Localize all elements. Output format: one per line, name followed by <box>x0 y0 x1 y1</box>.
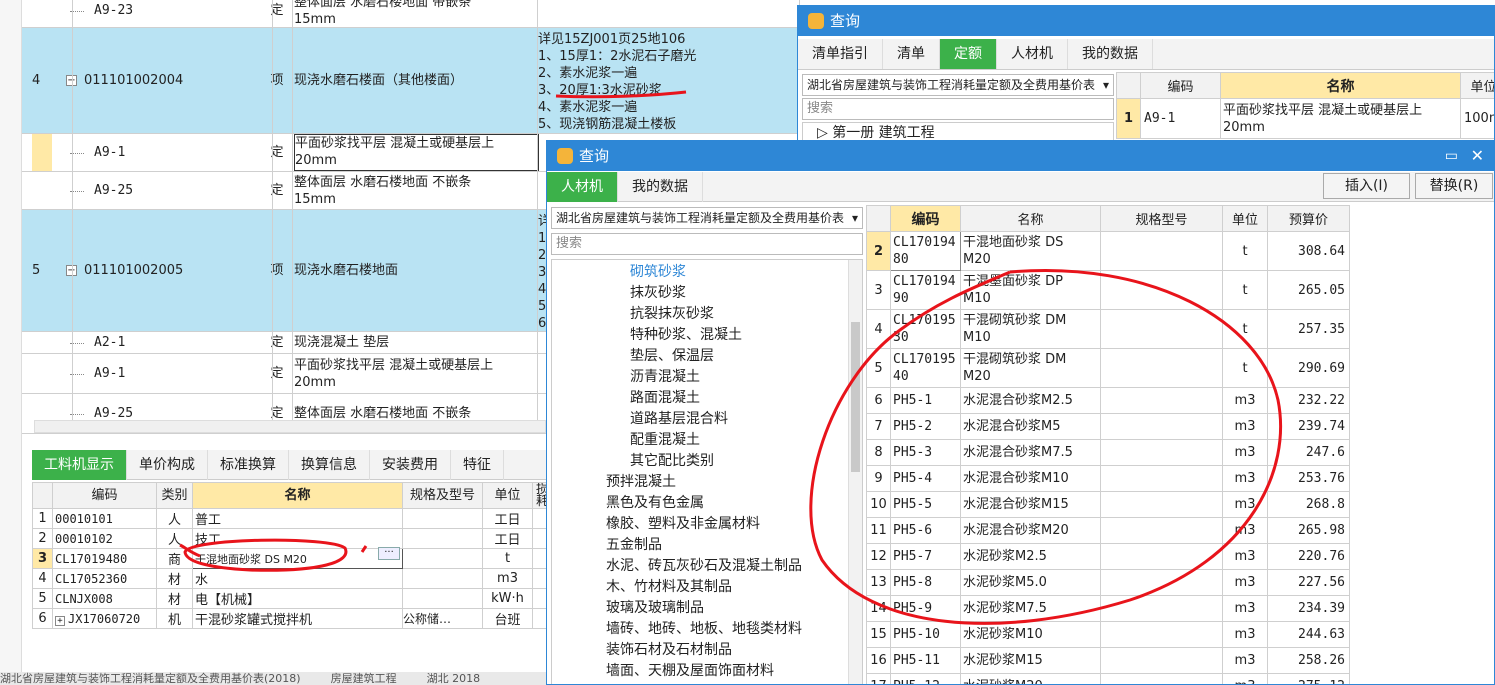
circle-mark-right <box>809 269 1283 625</box>
underline-mark <box>555 90 687 99</box>
circle-mark-left <box>179 538 348 572</box>
red-annotations <box>179 90 1283 625</box>
